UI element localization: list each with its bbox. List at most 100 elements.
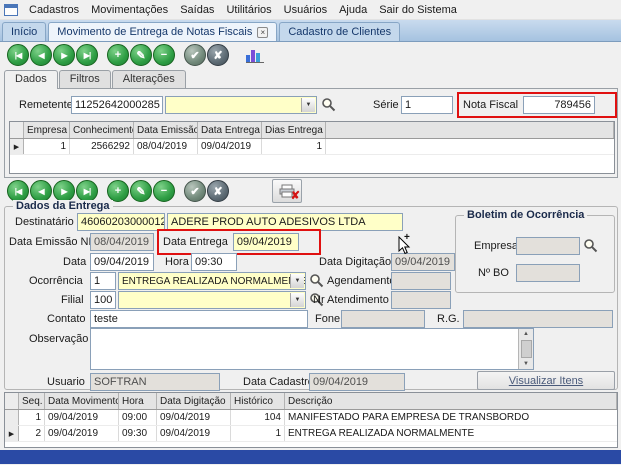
cell-descricao[interactable]: MANIFESTADO PARA EMPRESA DE TRANSBORDO (285, 410, 617, 425)
ocorrencia-label: Ocorrência (29, 275, 83, 287)
menu-ajuda[interactable]: Ajuda (333, 2, 373, 18)
data-entrega-label: Data Entrega (163, 236, 228, 248)
table-row[interactable]: ▶ 2 09/04/2019 09:30 09/04/2019 1 ENTREG… (5, 426, 617, 442)
edit-button[interactable]: ✎ (130, 180, 152, 202)
table-row[interactable]: 1 09/04/2019 09:00 09/04/2019 104 MANIFE… (5, 410, 617, 426)
column-header-data-movimento[interactable]: Data Movimento (45, 393, 119, 409)
column-header-historico[interactable]: Histórico (231, 393, 285, 409)
fone-label: Fone (315, 313, 340, 325)
column-header-seq[interactable]: Seq. (19, 393, 45, 409)
serie-label: Série (373, 99, 399, 111)
table-row[interactable]: ▶ 1 2566292 08/04/2019 09/04/2019 1 (10, 139, 614, 155)
close-icon[interactable]: × (257, 27, 268, 38)
cancel-button[interactable]: ✘ (207, 180, 229, 202)
tab-movimento-entrega-notas-fiscais[interactable]: Movimento de Entrega de Notas Fiscais × (48, 22, 277, 41)
column-header-conhecimento[interactable]: Conhecimento (70, 122, 134, 138)
column-header-data-digitacao[interactable]: Data Digitação (157, 393, 231, 409)
filial-codigo-input[interactable]: 100 (90, 291, 116, 309)
delete-button[interactable]: − (153, 180, 175, 202)
menu-sair-do-sistema[interactable]: Sair do Sistema (373, 2, 463, 18)
menu-saidas[interactable]: Saídas (174, 2, 220, 18)
first-record-button[interactable]: |◀ (7, 44, 29, 66)
cell-hora[interactable]: 09:30 (119, 426, 157, 441)
cell-data-movimento[interactable]: 09/04/2019 (45, 426, 119, 441)
data-input[interactable]: 09/04/2019 (90, 253, 154, 271)
column-header-dias-entrega[interactable]: Dias Entrega (262, 122, 326, 138)
cell-historico[interactable]: 104 (231, 410, 285, 425)
search-icon[interactable] (583, 238, 599, 254)
add-button[interactable]: + (107, 180, 129, 202)
cancel-delivery-icon-button[interactable]: ✘ (272, 179, 302, 203)
cell-historico[interactable]: 1 (231, 426, 285, 441)
search-icon[interactable] (309, 273, 325, 289)
next-record-button[interactable]: ▶ (53, 180, 75, 202)
combo-value: ENTREGA REALIZADA NORMALMENTE (122, 276, 306, 287)
chevron-down-icon[interactable]: ▼ (290, 274, 304, 288)
destinatario-codigo-input[interactable]: 460602030000123 (77, 213, 165, 231)
data-entrega-highlight: Data Entrega 09/04/2019 (157, 229, 321, 255)
column-header-data-entrega[interactable]: Data Entrega (198, 122, 262, 138)
next-record-button[interactable]: ▶ (53, 44, 75, 66)
ocorrencia-combo[interactable]: ENTREGA REALIZADA NORMALMENTE ▼ (118, 272, 306, 290)
cell-conhecimento[interactable]: 2566292 (70, 139, 134, 154)
cell-empresa[interactable]: 1 (24, 139, 70, 154)
delete-button[interactable]: − (153, 44, 175, 66)
column-header-hora[interactable]: Hora (119, 393, 157, 409)
scroll-down-icon[interactable]: ▼ (523, 361, 529, 367)
cell-seq[interactable]: 2 (19, 426, 45, 441)
menu-movimentacoes[interactable]: Movimentações (85, 2, 174, 18)
tab-cadastro-de-clientes[interactable]: Cadastro de Clientes (279, 22, 400, 41)
tab-bar: Início Movimento de Entrega de Notas Fis… (0, 20, 621, 42)
last-record-button[interactable]: ▶| (76, 180, 98, 202)
cell-data-movimento[interactable]: 09/04/2019 (45, 410, 119, 425)
serie-input[interactable]: 1 (401, 96, 453, 114)
contato-input[interactable]: teste (90, 310, 308, 328)
menu-cadastros[interactable]: Cadastros (23, 2, 85, 18)
tab-filtros[interactable]: Filtros (59, 70, 111, 88)
menu-usuarios[interactable]: Usuários (278, 2, 333, 18)
column-header-empresa[interactable]: Empresa (24, 122, 70, 138)
scroll-up-icon[interactable]: ▲ (523, 331, 529, 337)
rg-input (463, 310, 613, 328)
cell-dias-entrega[interactable]: 1 (262, 139, 326, 154)
remetente-combo[interactable]: ▼ (165, 96, 317, 114)
tab-dados[interactable]: Dados (4, 70, 58, 89)
add-button[interactable]: + (107, 44, 129, 66)
cell-descricao[interactable]: ENTREGA REALIZADA NORMALMENTE (285, 426, 617, 441)
column-header-data-emissao[interactable]: Data Emissão (134, 122, 198, 138)
data-entrega-input[interactable]: 09/04/2019 (233, 233, 299, 251)
prev-record-button[interactable]: ◀ (30, 180, 52, 202)
bar-chart-icon[interactable] (246, 48, 264, 63)
chevron-down-icon[interactable]: ▼ (290, 293, 304, 307)
column-header-descricao[interactable]: Descrição (285, 393, 617, 409)
chevron-down-icon[interactable]: ▼ (301, 98, 315, 112)
observacao-textarea[interactable]: ▲ ▼ (90, 328, 534, 370)
hora-input[interactable]: 09:30 (191, 253, 237, 271)
confirm-button[interactable]: ✔ (184, 44, 206, 66)
last-record-button[interactable]: ▶| (76, 44, 98, 66)
first-record-button[interactable]: |◀ (7, 180, 29, 202)
scrollbar[interactable]: ▲ ▼ (518, 329, 533, 369)
cell-data-digitacao[interactable]: 09/04/2019 (157, 410, 231, 425)
filial-combo[interactable]: ▼ (118, 291, 306, 309)
scrollbar-thumb[interactable] (521, 340, 532, 358)
cell-data-digitacao[interactable]: 09/04/2019 (157, 426, 231, 441)
prev-record-button[interactable]: ◀ (30, 44, 52, 66)
cancel-button[interactable]: ✘ (207, 44, 229, 66)
search-icon[interactable] (321, 97, 337, 113)
tab-alteracoes[interactable]: Alterações (112, 70, 186, 88)
data-emissao-nf-input: 08/04/2019 (90, 233, 154, 251)
cell-data-entrega[interactable]: 09/04/2019 (198, 139, 262, 154)
tab-inicio[interactable]: Início (2, 22, 46, 41)
destinatario-label: Destinatário (15, 216, 74, 228)
remetente-input[interactable]: 11252642000285 (71, 96, 163, 114)
cell-data-emissao[interactable]: 08/04/2019 (134, 139, 198, 154)
cell-hora[interactable]: 09:00 (119, 410, 157, 425)
edit-button[interactable]: ✎ (130, 44, 152, 66)
ocorrencia-codigo-input[interactable]: 1 (90, 272, 116, 290)
visualizar-itens-button[interactable]: Visualizar Itens (477, 371, 615, 390)
nota-fiscal-input[interactable]: 789456 (523, 96, 595, 114)
cell-seq[interactable]: 1 (19, 410, 45, 425)
menu-utilitarios[interactable]: Utilitários (220, 2, 277, 18)
confirm-button[interactable]: ✔ (184, 180, 206, 202)
